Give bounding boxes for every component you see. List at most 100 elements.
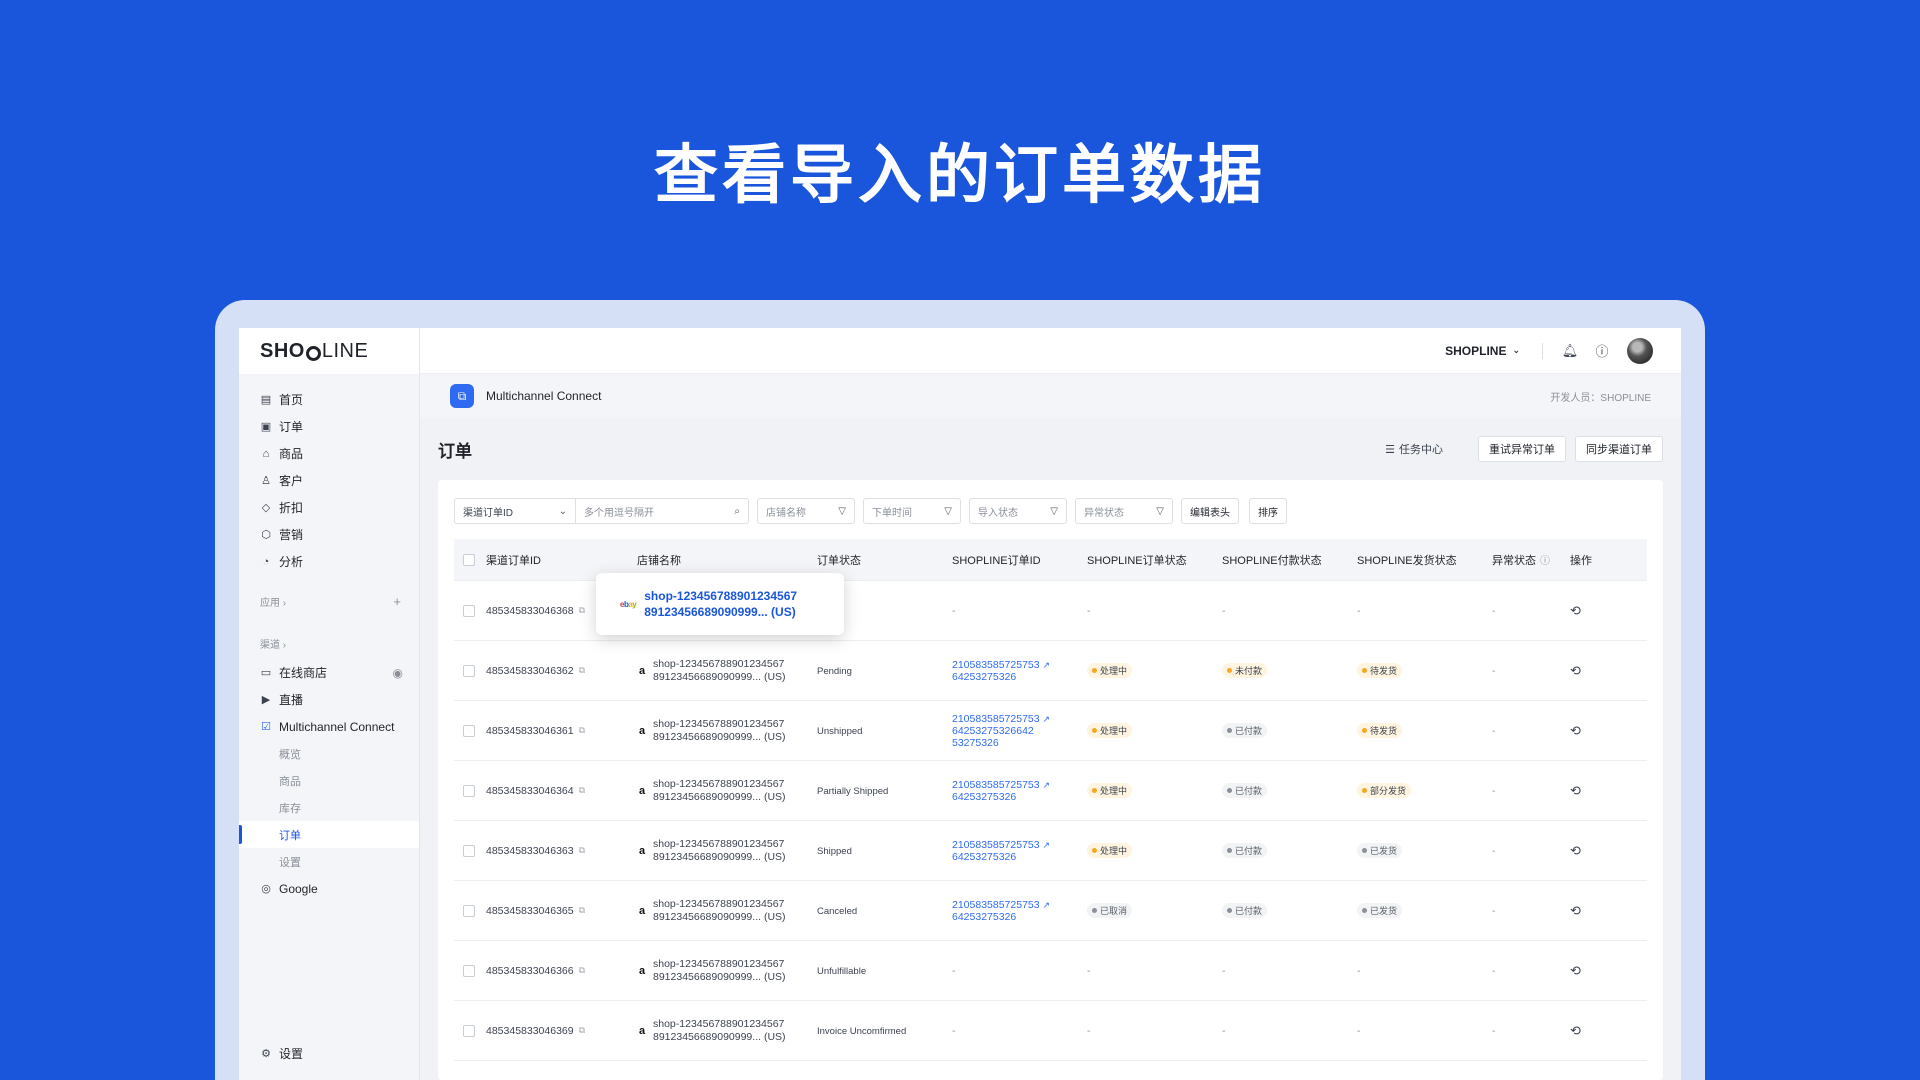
- sidebar-item-label: 直播: [279, 693, 304, 707]
- row-checkbox[interactable]: [463, 1024, 475, 1037]
- channel-order-id: 485345833046361: [486, 724, 574, 737]
- table-row: 485345833046363 ⧉ a shop-12345678890123456…: [454, 821, 1647, 881]
- store-name-cell[interactable]: shop-123456788901234567 89123456689090999…: [653, 958, 786, 984]
- row-checkbox[interactable]: [463, 844, 475, 857]
- copy-icon[interactable]: ⧉: [579, 785, 585, 796]
- sidebar-item-live[interactable]: ▶ 直播: [239, 686, 419, 713]
- sidebar-item-online-store[interactable]: ▭ 在线商店 ◉: [239, 659, 419, 686]
- sidebar-item-customers[interactable]: ♙ 客户: [239, 467, 419, 494]
- sidebar-item-products[interactable]: ⌂ 商品: [239, 440, 419, 467]
- sidebar-item-analytics[interactable]: ◔ 分析: [239, 548, 419, 575]
- sync-icon[interactable]: ⟲: [1570, 783, 1581, 798]
- sync-icon[interactable]: ⟲: [1570, 663, 1581, 678]
- import-status-filter[interactable]: 导入状态 ▽: [969, 498, 1067, 524]
- copy-icon[interactable]: ⧉: [579, 845, 585, 856]
- sidebar-item-mc-settings[interactable]: 设置: [239, 848, 419, 875]
- copy-icon[interactable]: ⧉: [579, 725, 585, 736]
- sidebar-item-marketing[interactable]: ⬡ 营销: [239, 521, 419, 548]
- sync-icon[interactable]: ⟲: [1570, 1023, 1581, 1038]
- avatar[interactable]: [1627, 337, 1653, 364]
- abnormal-status-filter[interactable]: 异常状态 ▽: [1075, 498, 1173, 524]
- status-text: 未付款: [1235, 666, 1263, 676]
- sync-orders-button[interactable]: 同步渠道订单: [1575, 436, 1663, 462]
- col-shopline-order-status: SHOPLINE订单状态: [1087, 554, 1187, 567]
- eye-icon[interactable]: ◉: [393, 666, 403, 680]
- sidebar-item-multichannel[interactable]: ☑ Multichannel Connect: [239, 713, 419, 740]
- copy-icon[interactable]: ⧉: [579, 965, 585, 976]
- store-name-cell[interactable]: shop-123456788901234567 89123456689090999…: [653, 1018, 786, 1044]
- sidebar-item-orders[interactable]: ▣ 订单: [239, 413, 419, 440]
- abnormal-value: -: [1492, 904, 1496, 917]
- search-input[interactable]: 多个用逗号隔开 ⌕: [576, 498, 749, 524]
- channels-section[interactable]: 渠道 ›: [239, 627, 419, 659]
- sync-icon[interactable]: ⟲: [1570, 963, 1581, 978]
- store-name-cell[interactable]: shop-123456788901234567 89123456689090999…: [653, 898, 786, 924]
- shopline-order-link[interactable]: 210583585725753 ↗ 64253275326642 53275326: [952, 713, 1087, 749]
- store-name-cell[interactable]: shop-123456788901234567 89123456689090999…: [653, 838, 786, 864]
- shopline-order-link[interactable]: 210583585725753 ↗ 64253275326: [952, 779, 1087, 803]
- hero-title: 查看导入的订单数据: [654, 139, 1266, 213]
- help-icon[interactable]: ⓘ: [1595, 344, 1609, 359]
- status-dot: [1227, 788, 1232, 793]
- store-name-filter[interactable]: 店铺名称 ▽: [757, 498, 855, 524]
- order-id-part: 210583585725753: [952, 838, 1040, 851]
- status-dot: [1092, 848, 1097, 853]
- shopline-order-link[interactable]: 210583585725753 ↗ 64253275326: [952, 659, 1087, 683]
- sidebar-item-discounts[interactable]: ◇ 折扣: [239, 494, 419, 521]
- sync-icon[interactable]: ⟲: [1570, 843, 1581, 858]
- bell-icon[interactable]: 🔔︎: [1562, 343, 1579, 358]
- search-icon[interactable]: ⌕: [734, 506, 740, 517]
- sync-icon[interactable]: ⟲: [1570, 723, 1581, 738]
- sort-button[interactable]: 排序: [1249, 498, 1287, 524]
- tag-icon: ◇: [261, 502, 271, 514]
- status-badge: 已付款: [1222, 723, 1268, 738]
- store-name-cell[interactable]: shop-123456788901234567 89123456689090999…: [653, 778, 786, 804]
- add-app-icon[interactable]: +: [393, 594, 401, 609]
- empty-value: -: [952, 1024, 956, 1037]
- status-text: 处理中: [1100, 786, 1128, 796]
- id-search-combo: 渠道订单ID ⌄ 多个用逗号隔开 ⌕: [454, 498, 749, 524]
- sidebar-item-google[interactable]: ◎ Google: [239, 875, 419, 902]
- store-name-cell[interactable]: shop-123456788901234567 89123456689090999…: [653, 718, 786, 744]
- sync-icon[interactable]: ⟲: [1570, 903, 1581, 918]
- retry-abnormal-button[interactable]: 重试异常订单: [1478, 436, 1566, 462]
- copy-icon[interactable]: ⧉: [579, 905, 585, 916]
- row-checkbox[interactable]: [463, 904, 475, 917]
- row-checkbox[interactable]: [463, 664, 475, 677]
- empty-value: -: [1357, 1024, 1361, 1037]
- sidebar-item-mc-products[interactable]: 商品: [239, 767, 419, 794]
- shopline-order-link[interactable]: 210583585725753 ↗ 64253275326: [952, 839, 1087, 863]
- select-all-checkbox[interactable]: [463, 553, 475, 566]
- empty-value: -: [1222, 964, 1226, 977]
- order-time-filter[interactable]: 下单时间 ▽: [863, 498, 961, 524]
- sidebar-item-inventory[interactable]: 库存: [239, 794, 419, 821]
- sidebar-item-label: 商品: [279, 775, 301, 788]
- row-checkbox[interactable]: [463, 724, 475, 737]
- store-switcher[interactable]: SHOPLINE ⌄: [1445, 344, 1520, 358]
- order-id-part: 210583585725753: [952, 898, 1040, 911]
- row-checkbox[interactable]: [463, 784, 475, 797]
- task-center-link[interactable]: ☰ 任务中心: [1385, 441, 1443, 457]
- copy-icon[interactable]: ⧉: [579, 605, 585, 616]
- status-dot: [1362, 908, 1367, 913]
- sidebar-item-home[interactable]: ▤ 首页: [239, 386, 419, 413]
- shopline-order-link[interactable]: 210583585725753 ↗ 64253275326: [952, 899, 1087, 923]
- store-line-2: 89123456689090999... (US): [653, 970, 786, 983]
- id-type-select[interactable]: 渠道订单ID ⌄: [454, 498, 576, 524]
- row-checkbox[interactable]: [463, 964, 475, 977]
- shopline-logo[interactable]: SHO LINE: [239, 328, 419, 374]
- sidebar-item-overview[interactable]: 概览: [239, 740, 419, 767]
- help-icon[interactable]: ⓘ: [1540, 552, 1550, 567]
- sidebar-item-settings[interactable]: ⚙ 设置: [239, 1040, 420, 1067]
- page-header: 订单 ☰ 任务中心 重试异常订单 同步渠道订单: [438, 418, 1663, 480]
- store-name-cell[interactable]: shop-123456788901234567 89123456689090999…: [653, 658, 786, 684]
- sync-icon[interactable]: ⟲: [1570, 603, 1581, 618]
- sidebar-item-label: 订单: [279, 829, 301, 842]
- sidebar-item-mc-orders[interactable]: 订单: [239, 821, 419, 848]
- row-checkbox[interactable]: [463, 604, 475, 617]
- copy-icon[interactable]: ⧉: [579, 665, 585, 676]
- copy-icon[interactable]: ⧉: [579, 1025, 585, 1036]
- apps-section[interactable]: 应用 › +: [239, 585, 419, 617]
- edit-header-button[interactable]: 编辑表头: [1181, 498, 1239, 524]
- col-operation: 操作: [1570, 554, 1592, 567]
